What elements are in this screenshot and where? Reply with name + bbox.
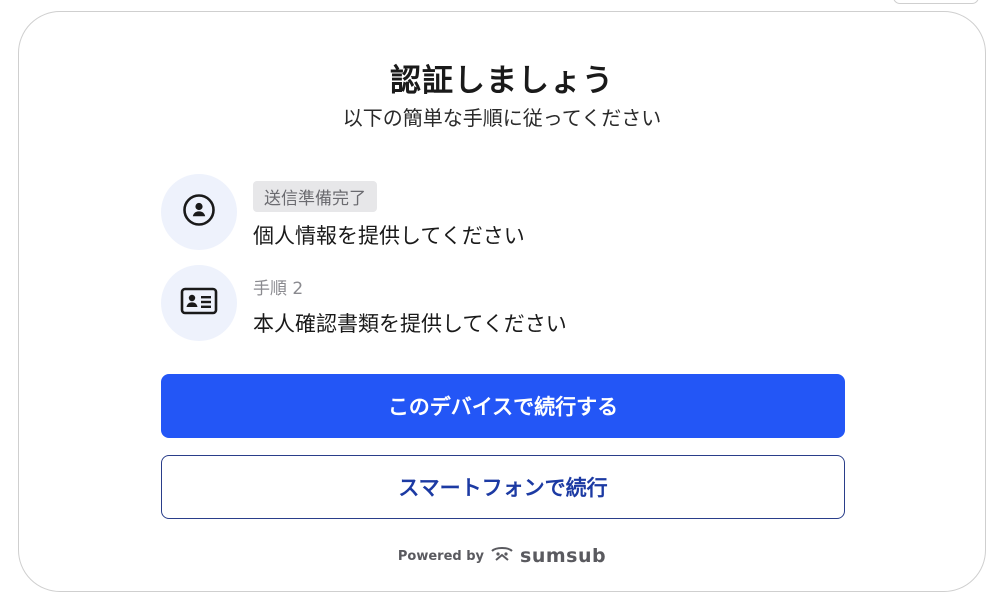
sumsub-brand-name: sumsub — [520, 545, 607, 567]
continue-on-phone-button[interactable]: スマートフォンで続行 — [161, 455, 845, 519]
page-subtitle: 以下の簡単な手順に従ってください — [342, 106, 662, 130]
verification-card: 認証しましょう 以下の簡単な手順に従ってください 送信準備完了 個人情報を提供し… — [18, 11, 986, 592]
status-badge: 送信準備完了 — [253, 181, 377, 212]
step-text: 本人確認書類を提供してください — [253, 312, 567, 336]
user-circle-icon — [182, 193, 216, 231]
top-tab-edge — [893, 0, 979, 4]
continue-on-device-button[interactable]: このデバイスで続行する — [161, 374, 845, 438]
step-icon-circle — [161, 174, 237, 250]
powered-by-text: Powered by — [397, 548, 485, 564]
step-icon-circle — [161, 265, 237, 341]
step-number-label: 手順 2 — [253, 279, 304, 299]
sumsub-logo-icon — [490, 546, 514, 566]
powered-by-footer: Powered by sumsub — [19, 545, 985, 567]
step-text: 個人情報を提供してください — [253, 224, 525, 248]
id-card-icon — [180, 287, 218, 319]
step-personal-info: 送信準備完了 個人情報を提供してください — [161, 174, 761, 250]
step-id-document: 手順 2 本人確認書類を提供してください — [161, 265, 761, 341]
page-title: 認証しましょう — [390, 63, 614, 99]
